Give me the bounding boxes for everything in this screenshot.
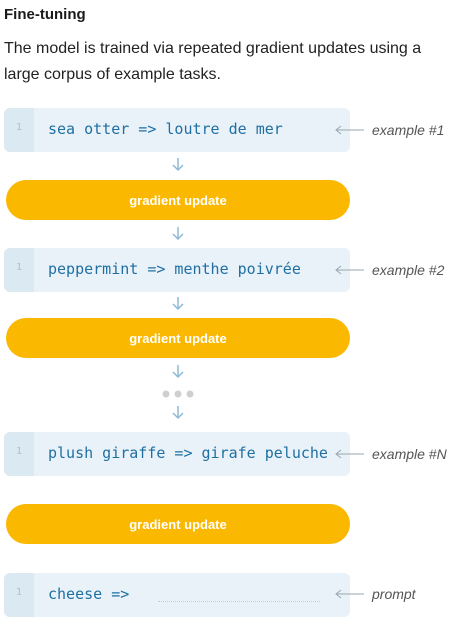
code-block-example-n: 1 plush giraffe => girafe peluche [4, 432, 350, 476]
code-block-prompt: 1 cheese => [4, 573, 350, 617]
annotation-example-2: example #2 [334, 260, 444, 280]
annotation-example-n: example #N [334, 444, 447, 464]
annotation-label: prompt [372, 586, 416, 602]
code-block-example-2: 1 peppermint => menthe poivrée [4, 248, 350, 292]
section-description: The model is trained via repeated gradie… [4, 40, 422, 83]
arrow-left-icon [335, 125, 364, 135]
line-number: 1 [15, 262, 23, 273]
gradient-update-pill: gradient update [6, 180, 350, 220]
annotation-label: example #1 [372, 122, 445, 138]
arrow-left-icon [335, 265, 364, 275]
code-text: peppermint => menthe poivrée [48, 260, 301, 278]
arrow-down-icon [172, 158, 184, 172]
section-title: Fine-tuning [4, 6, 86, 23]
line-number: 1 [15, 587, 23, 598]
code-text: cheese => [48, 585, 130, 603]
annotation-label: example #2 [372, 262, 445, 278]
annotation-example-1: example #1 [334, 120, 444, 140]
code-text: sea otter => loutre de mer [48, 120, 283, 138]
gradient-update-pill: gradient update [6, 318, 350, 358]
annotation-prompt: prompt [334, 584, 416, 604]
arrow-down-icon [172, 297, 184, 311]
completion-blank [158, 601, 320, 602]
arrow-down-icon [172, 227, 184, 241]
arrow-left-icon [335, 449, 364, 459]
ellipsis-icon [162, 390, 194, 398]
code-block-example-1: 1 sea otter => loutre de mer [4, 108, 350, 152]
annotation-label: example #N [372, 446, 447, 462]
code-text: plush giraffe => girafe peluche [48, 444, 328, 462]
line-number: 1 [15, 446, 23, 457]
arrow-down-icon [172, 406, 184, 420]
line-number: 1 [15, 122, 23, 133]
gradient-update-pill: gradient update [6, 504, 350, 544]
arrow-left-icon [335, 589, 364, 599]
arrow-down-icon [172, 365, 184, 379]
